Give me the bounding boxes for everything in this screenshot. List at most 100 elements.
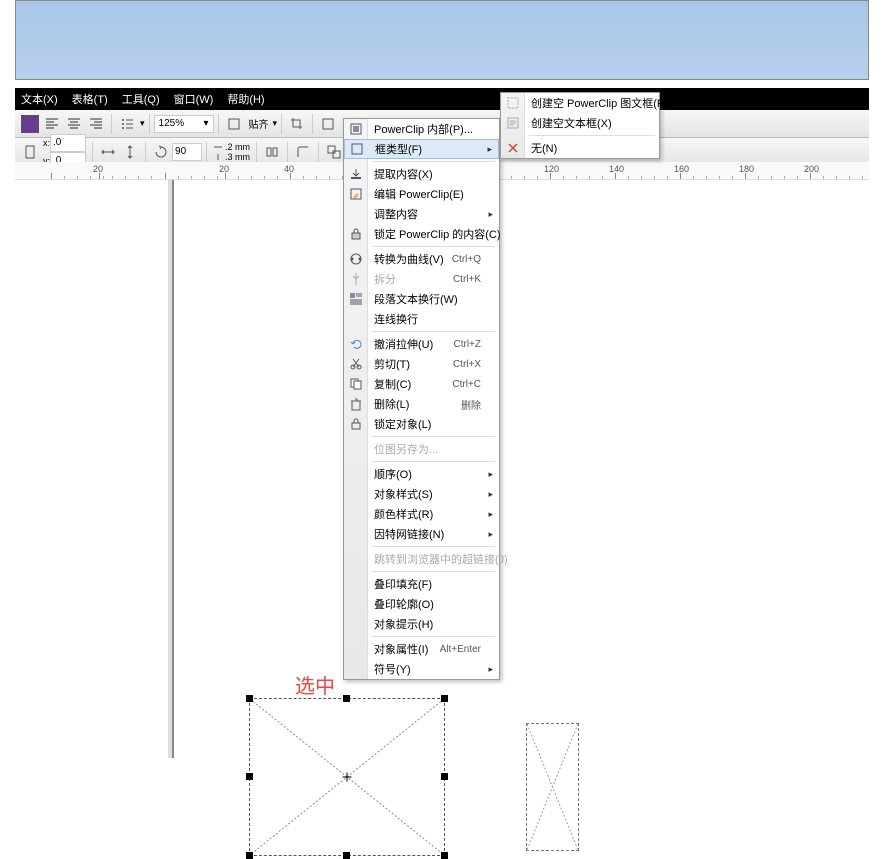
menu-item[interactable]: 撤消拉伸(U) Ctrl+Z <box>344 334 499 354</box>
align-right-icon[interactable] <box>87 115 105 133</box>
handle-br[interactable] <box>441 852 448 859</box>
ruler-label: 180 <box>739 164 754 174</box>
menu-item[interactable]: 对象属性(I)Alt+Enter <box>344 639 499 659</box>
menu-shortcut: Alt+Enter <box>440 644 481 655</box>
snap-icon[interactable] <box>225 115 243 133</box>
align-center-icon[interactable] <box>65 115 83 133</box>
menu-item-label: 撤消拉伸(U) <box>374 336 433 352</box>
menu-item-label: 转换为曲线(V) <box>374 251 444 267</box>
handle-bc[interactable] <box>343 852 350 859</box>
menu-item-label: 因特网链接(N) <box>374 526 444 542</box>
handle-tr[interactable] <box>441 695 448 702</box>
menu-item-label: 创建空文本框(X) <box>531 115 612 131</box>
tool-purple-icon[interactable] <box>21 115 39 133</box>
menu-separator <box>372 571 495 572</box>
powerclip-icon <box>348 121 364 137</box>
menu-help[interactable]: 帮助(H) <box>227 91 264 107</box>
menu-item[interactable]: 因特网链接(N) ▸ <box>344 524 499 544</box>
snap-dropdown[interactable]: 贴齐▾ <box>249 116 278 131</box>
lock-icon <box>348 416 364 432</box>
menu-separator <box>372 546 495 547</box>
menu-item[interactable]: 调整内容▸ <box>344 204 499 224</box>
menu-item[interactable]: 对象提示(H) <box>344 614 499 634</box>
corner-icon[interactable] <box>294 143 312 161</box>
chevron-right-icon: ▸ <box>488 469 493 480</box>
page-layout-icon[interactable] <box>21 143 39 161</box>
menu-item-label: 符号(Y) <box>374 661 411 677</box>
window-titlebar <box>15 0 869 80</box>
chevron-right-icon: ▸ <box>487 144 492 155</box>
ruler-label: 160 <box>674 164 689 174</box>
menu-item[interactable]: 对象样式(S)▸ <box>344 484 499 504</box>
mirror-h-icon[interactable] <box>263 143 281 161</box>
center-marker-icon[interactable] <box>343 773 352 782</box>
handle-mr[interactable] <box>441 773 448 780</box>
menu-item[interactable]: 锁定对象(L) <box>344 414 499 434</box>
menu-item-label: 颜色样式(R) <box>374 506 433 522</box>
x-position-input[interactable] <box>50 134 86 152</box>
group-icon[interactable] <box>325 143 343 161</box>
menu-item-label: 对象样式(S) <box>374 486 433 502</box>
dropdown-arrow-icon[interactable]: ▾ <box>140 118 145 129</box>
copy-icon <box>348 376 364 392</box>
menu-item-label: 拆分 <box>374 271 396 287</box>
menu-item-label: 删除(L) <box>374 396 409 412</box>
selected-rectangle[interactable] <box>249 698 445 856</box>
crop-icon[interactable] <box>288 115 306 133</box>
menu-item[interactable]: 编辑 PowerClip(E) <box>344 184 499 204</box>
rotation-angle-input[interactable] <box>172 143 202 161</box>
menu-item[interactable]: 颜色样式(R)▸ <box>344 504 499 524</box>
none-icon <box>505 140 521 156</box>
menu-item[interactable]: 段落文本换行(W) <box>344 289 499 309</box>
menu-item[interactable]: 删除(L)删除 <box>344 394 499 414</box>
menu-item[interactable]: 复制(C)Ctrl+C <box>344 374 499 394</box>
menu-shortcut: Ctrl+Z <box>454 339 482 350</box>
menu-item[interactable]: 无(N) <box>501 138 659 158</box>
menu-item-label: 创建空 PowerClip 图文框(R) <box>531 95 669 111</box>
menu-item[interactable]: 框类型(F)▸ <box>344 139 499 159</box>
menu-item[interactable]: 叠印轮廓(O) <box>344 594 499 614</box>
menu-item[interactable]: 顺序(O)▸ <box>344 464 499 484</box>
rotate-icon[interactable] <box>152 143 170 161</box>
menu-item[interactable]: 提取内容(X) <box>344 164 499 184</box>
split-icon <box>348 271 364 287</box>
menu-item-label: 叠印轮廓(O) <box>374 596 434 612</box>
chevron-right-icon: ▸ <box>488 529 493 540</box>
align-left-icon[interactable] <box>43 115 61 133</box>
menu-item[interactable]: 连线换行 <box>344 309 499 329</box>
handle-bl[interactable] <box>246 852 253 859</box>
menu-item[interactable]: 创建空文本框(X) <box>501 113 659 133</box>
menu-item-label: PowerClip 内部(P)... <box>374 121 473 137</box>
list-bullet-icon[interactable] <box>118 115 136 133</box>
menu-item[interactable]: 符号(Y)▸ <box>344 659 499 679</box>
menu-item[interactable]: 转换为曲线(V)Ctrl+Q <box>344 249 499 269</box>
context-menu-main: PowerClip 内部(P)... 框类型(F)▸ 提取内容(X)编辑 Power… <box>343 118 500 680</box>
handle-tc[interactable] <box>343 695 350 702</box>
menu-text[interactable]: 文本(X) <box>21 91 58 107</box>
delete-icon <box>348 396 364 412</box>
menu-shortcut: Ctrl+K <box>453 274 481 285</box>
menu-tools[interactable]: 工具(Q) <box>122 91 160 107</box>
lock-pc-icon <box>348 226 364 242</box>
zoom-level-dropdown[interactable]: 125%▾ <box>154 115 214 133</box>
menu-separator <box>372 636 495 637</box>
handle-ml[interactable] <box>246 773 253 780</box>
handle-tl[interactable] <box>246 695 253 702</box>
menu-item[interactable]: 剪切(T)Ctrl+X <box>344 354 499 374</box>
menu-item[interactable]: PowerClip 内部(P)... <box>344 119 499 139</box>
menu-table[interactable]: 表格(T) <box>72 91 108 107</box>
menu-item[interactable]: 锁定 PowerClip 的内容(C) <box>344 224 499 244</box>
extract-icon <box>348 166 364 182</box>
menu-separator <box>372 461 495 462</box>
size-height-icon[interactable] <box>121 143 139 161</box>
size-width-icon[interactable] <box>99 143 117 161</box>
menu-window[interactable]: 窗口(W) <box>174 91 214 107</box>
menu-item[interactable]: 创建空 PowerClip 图文框(R) <box>501 93 659 113</box>
menu-item[interactable]: 叠印填充(F) <box>344 574 499 594</box>
menu-item-label: 锁定对象(L) <box>374 416 431 432</box>
menu-item-label: 叠印填充(F) <box>374 576 432 592</box>
ruler-label: 40 <box>284 164 294 174</box>
secondary-rectangle[interactable] <box>526 723 579 851</box>
annotation-text: 选中 <box>295 670 335 699</box>
options-icon[interactable] <box>319 115 337 133</box>
